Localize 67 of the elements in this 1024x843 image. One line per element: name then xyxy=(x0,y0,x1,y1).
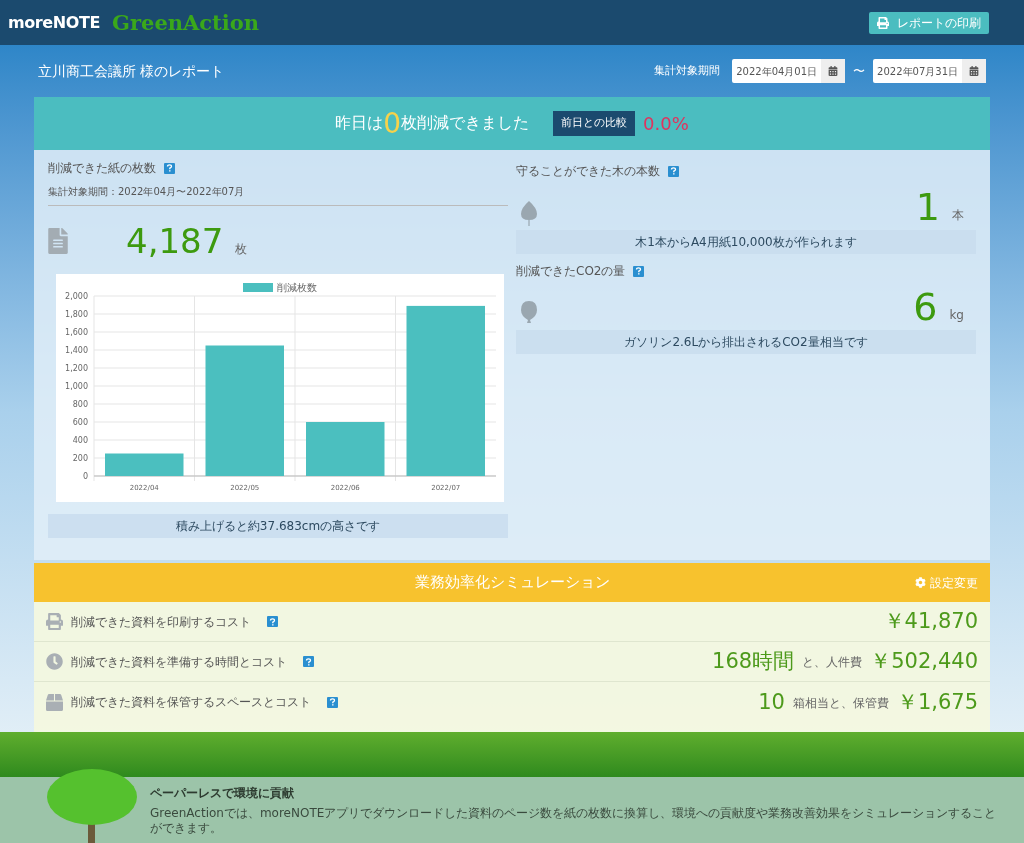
stat-value: 1 xyxy=(915,188,940,226)
axis-label: 600 xyxy=(72,418,88,427)
note-bar: 木1本からA4用紙10,000枚が作られます xyxy=(516,230,976,254)
simulation-value: ￥41,870 xyxy=(883,611,978,632)
simulation-value: 168時間 xyxy=(712,651,795,672)
simulation-value: ￥502,440 xyxy=(870,651,978,672)
note-bar: ガソリン2.6Lから排出されるCO2量相当です xyxy=(516,330,976,354)
banner-count: 0 xyxy=(383,109,402,138)
box-icon xyxy=(46,693,63,711)
axis-label: 0 xyxy=(82,472,88,481)
settings-icon xyxy=(915,577,926,588)
unit-label: kg xyxy=(949,307,964,324)
help-icon[interactable] xyxy=(668,165,679,177)
help-icon[interactable] xyxy=(267,616,278,627)
simulation-value: 10 xyxy=(758,691,785,713)
printer-icon xyxy=(46,613,63,630)
logo: moreNOTE xyxy=(8,11,101,34)
axis-label: 2,000 xyxy=(65,292,88,301)
help-icon[interactable] xyxy=(164,162,175,174)
axis-label: 1,600 xyxy=(65,328,88,337)
axis-label: 1,800 xyxy=(65,310,88,319)
leaf-icon xyxy=(520,200,538,226)
stat-value: 4,187 xyxy=(126,224,224,258)
legend-label: 削減枚数 xyxy=(277,281,317,295)
simulation-label: 削減できた資料を印刷するコスト xyxy=(71,613,251,631)
section-title: 削減できた紙の枚数 xyxy=(48,160,156,177)
banner-text: 昨日は xyxy=(335,111,384,134)
date-field[interactable]: 2022年04月01日 xyxy=(732,59,846,83)
section-title: 削減できたCO2の量 xyxy=(516,263,626,280)
axis-label: 400 xyxy=(72,436,88,445)
simulation-value: ￥1,675 xyxy=(896,691,978,713)
compare-label: 前日との比較 xyxy=(553,111,636,136)
balloon-icon xyxy=(520,300,538,326)
axis-label: 1,400 xyxy=(65,346,88,355)
axis-label: 1,000 xyxy=(65,382,88,391)
brand-logo: GreenAction xyxy=(112,8,260,37)
simulation-title: 業務効率化シミュレーション xyxy=(414,572,610,594)
simulation-label: 削減できた資料を保管するスペースとコスト xyxy=(71,694,311,711)
printer-icon xyxy=(877,16,889,29)
axis-label: 200 xyxy=(72,454,88,463)
period-label: 集計対象期間 xyxy=(654,62,721,79)
calendar-icon xyxy=(828,66,839,76)
simulation-text: 箱相当と、保管費 xyxy=(792,694,889,712)
axis-label: 800 xyxy=(72,400,88,409)
footer-title: ペーパーレスで環境に貢献 xyxy=(150,785,295,802)
document-icon xyxy=(48,228,68,254)
axis-label: 1,200 xyxy=(65,364,88,373)
section-title: 守ることができた木の本数 xyxy=(516,163,660,180)
unit-label: 枚 xyxy=(235,241,248,258)
footer-text: GreenActionでは、moreNOTEアプリでダウンロードした資料のページ数を紙の枚数に換算し、環境への貢献度や業務改善効果をシミュレーションすることができます。 xyxy=(150,806,998,836)
range-separator: 〜 xyxy=(853,63,866,80)
note-bar: 積み上げると約37.683cmの高さです xyxy=(48,514,508,538)
help-icon[interactable] xyxy=(303,656,314,667)
help-icon[interactable] xyxy=(327,696,338,708)
clock-icon xyxy=(46,653,63,670)
date-field[interactable]: 2022年07月31日 xyxy=(873,59,986,83)
help-icon[interactable] xyxy=(633,265,645,277)
calendar-icon xyxy=(969,66,979,76)
report-title: 立川商工会議所 様のレポート xyxy=(38,61,225,81)
stat-value: 6 xyxy=(913,288,938,326)
banner-text: 枚削減できました xyxy=(401,111,530,132)
unit-label: 本 xyxy=(952,207,964,224)
compare-value: 0.0% xyxy=(643,112,689,136)
period-text: 集計対象期間：2022年04月〜2022年07月 xyxy=(48,178,508,206)
simulation-text: と、人件費 xyxy=(802,654,863,671)
legend-swatch xyxy=(243,283,273,292)
simulation-label: 削減できた資料を準備する時間とコスト xyxy=(71,653,287,671)
